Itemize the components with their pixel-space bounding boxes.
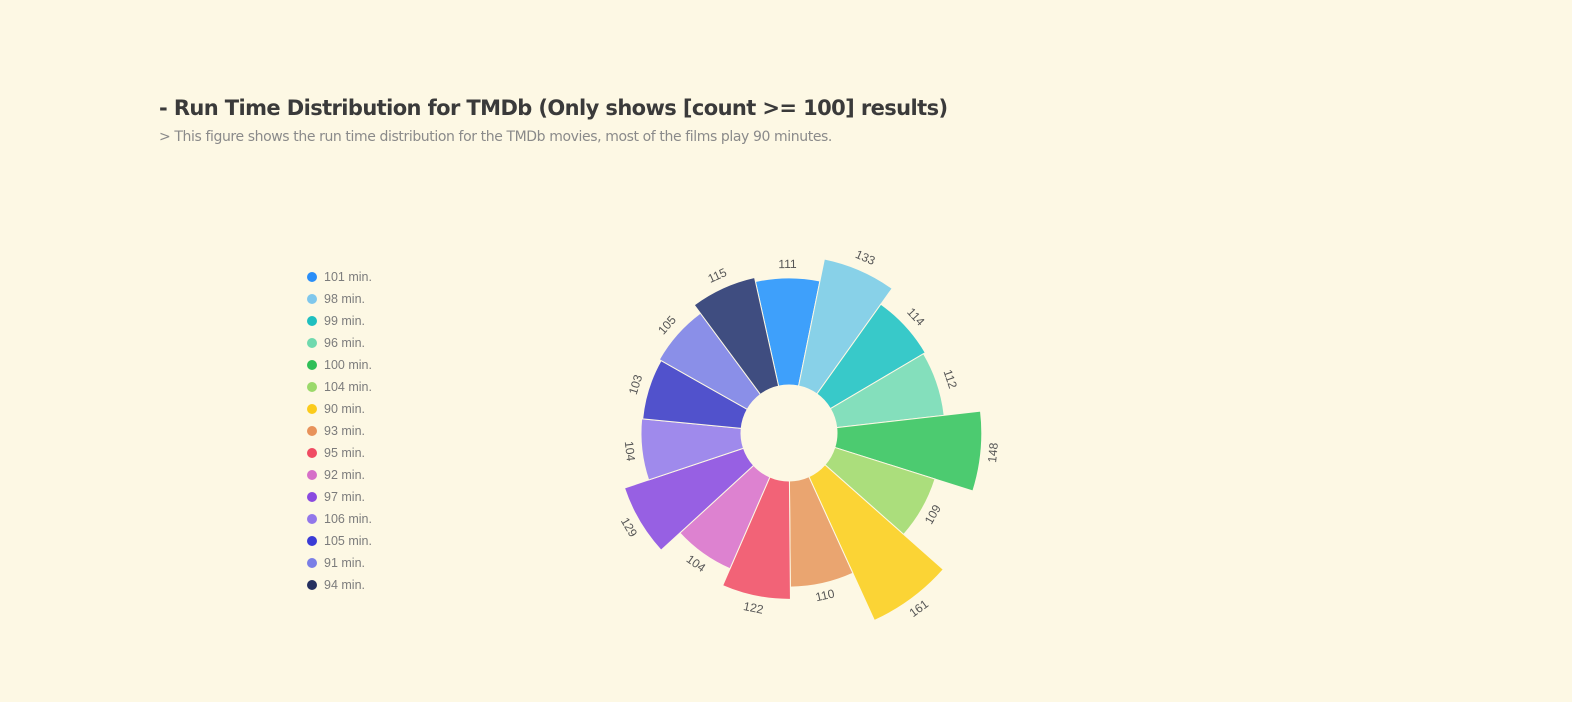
slice-value-label: 105 [655,313,679,338]
slice-value-label: 133 [853,247,877,268]
slice-value-label: 114 [904,305,927,329]
slice-value-label: 111 [778,257,797,271]
slice-value-label: 122 [742,599,765,617]
slice-value-label: 148 [985,442,1001,464]
slice-value-label: 103 [626,373,645,397]
slice-value-label: 104 [684,552,709,575]
slice-value-label: 115 [706,265,730,286]
slice-value-label: 109 [922,502,944,527]
slice-value-label: 110 [814,586,836,604]
rose-chart: 111 1331141121481091611101221041291041031… [618,247,1001,622]
slice-value-label: 129 [618,515,640,540]
slice-value-label: 112 [941,368,960,391]
slice-value-label: 104 [622,440,638,462]
